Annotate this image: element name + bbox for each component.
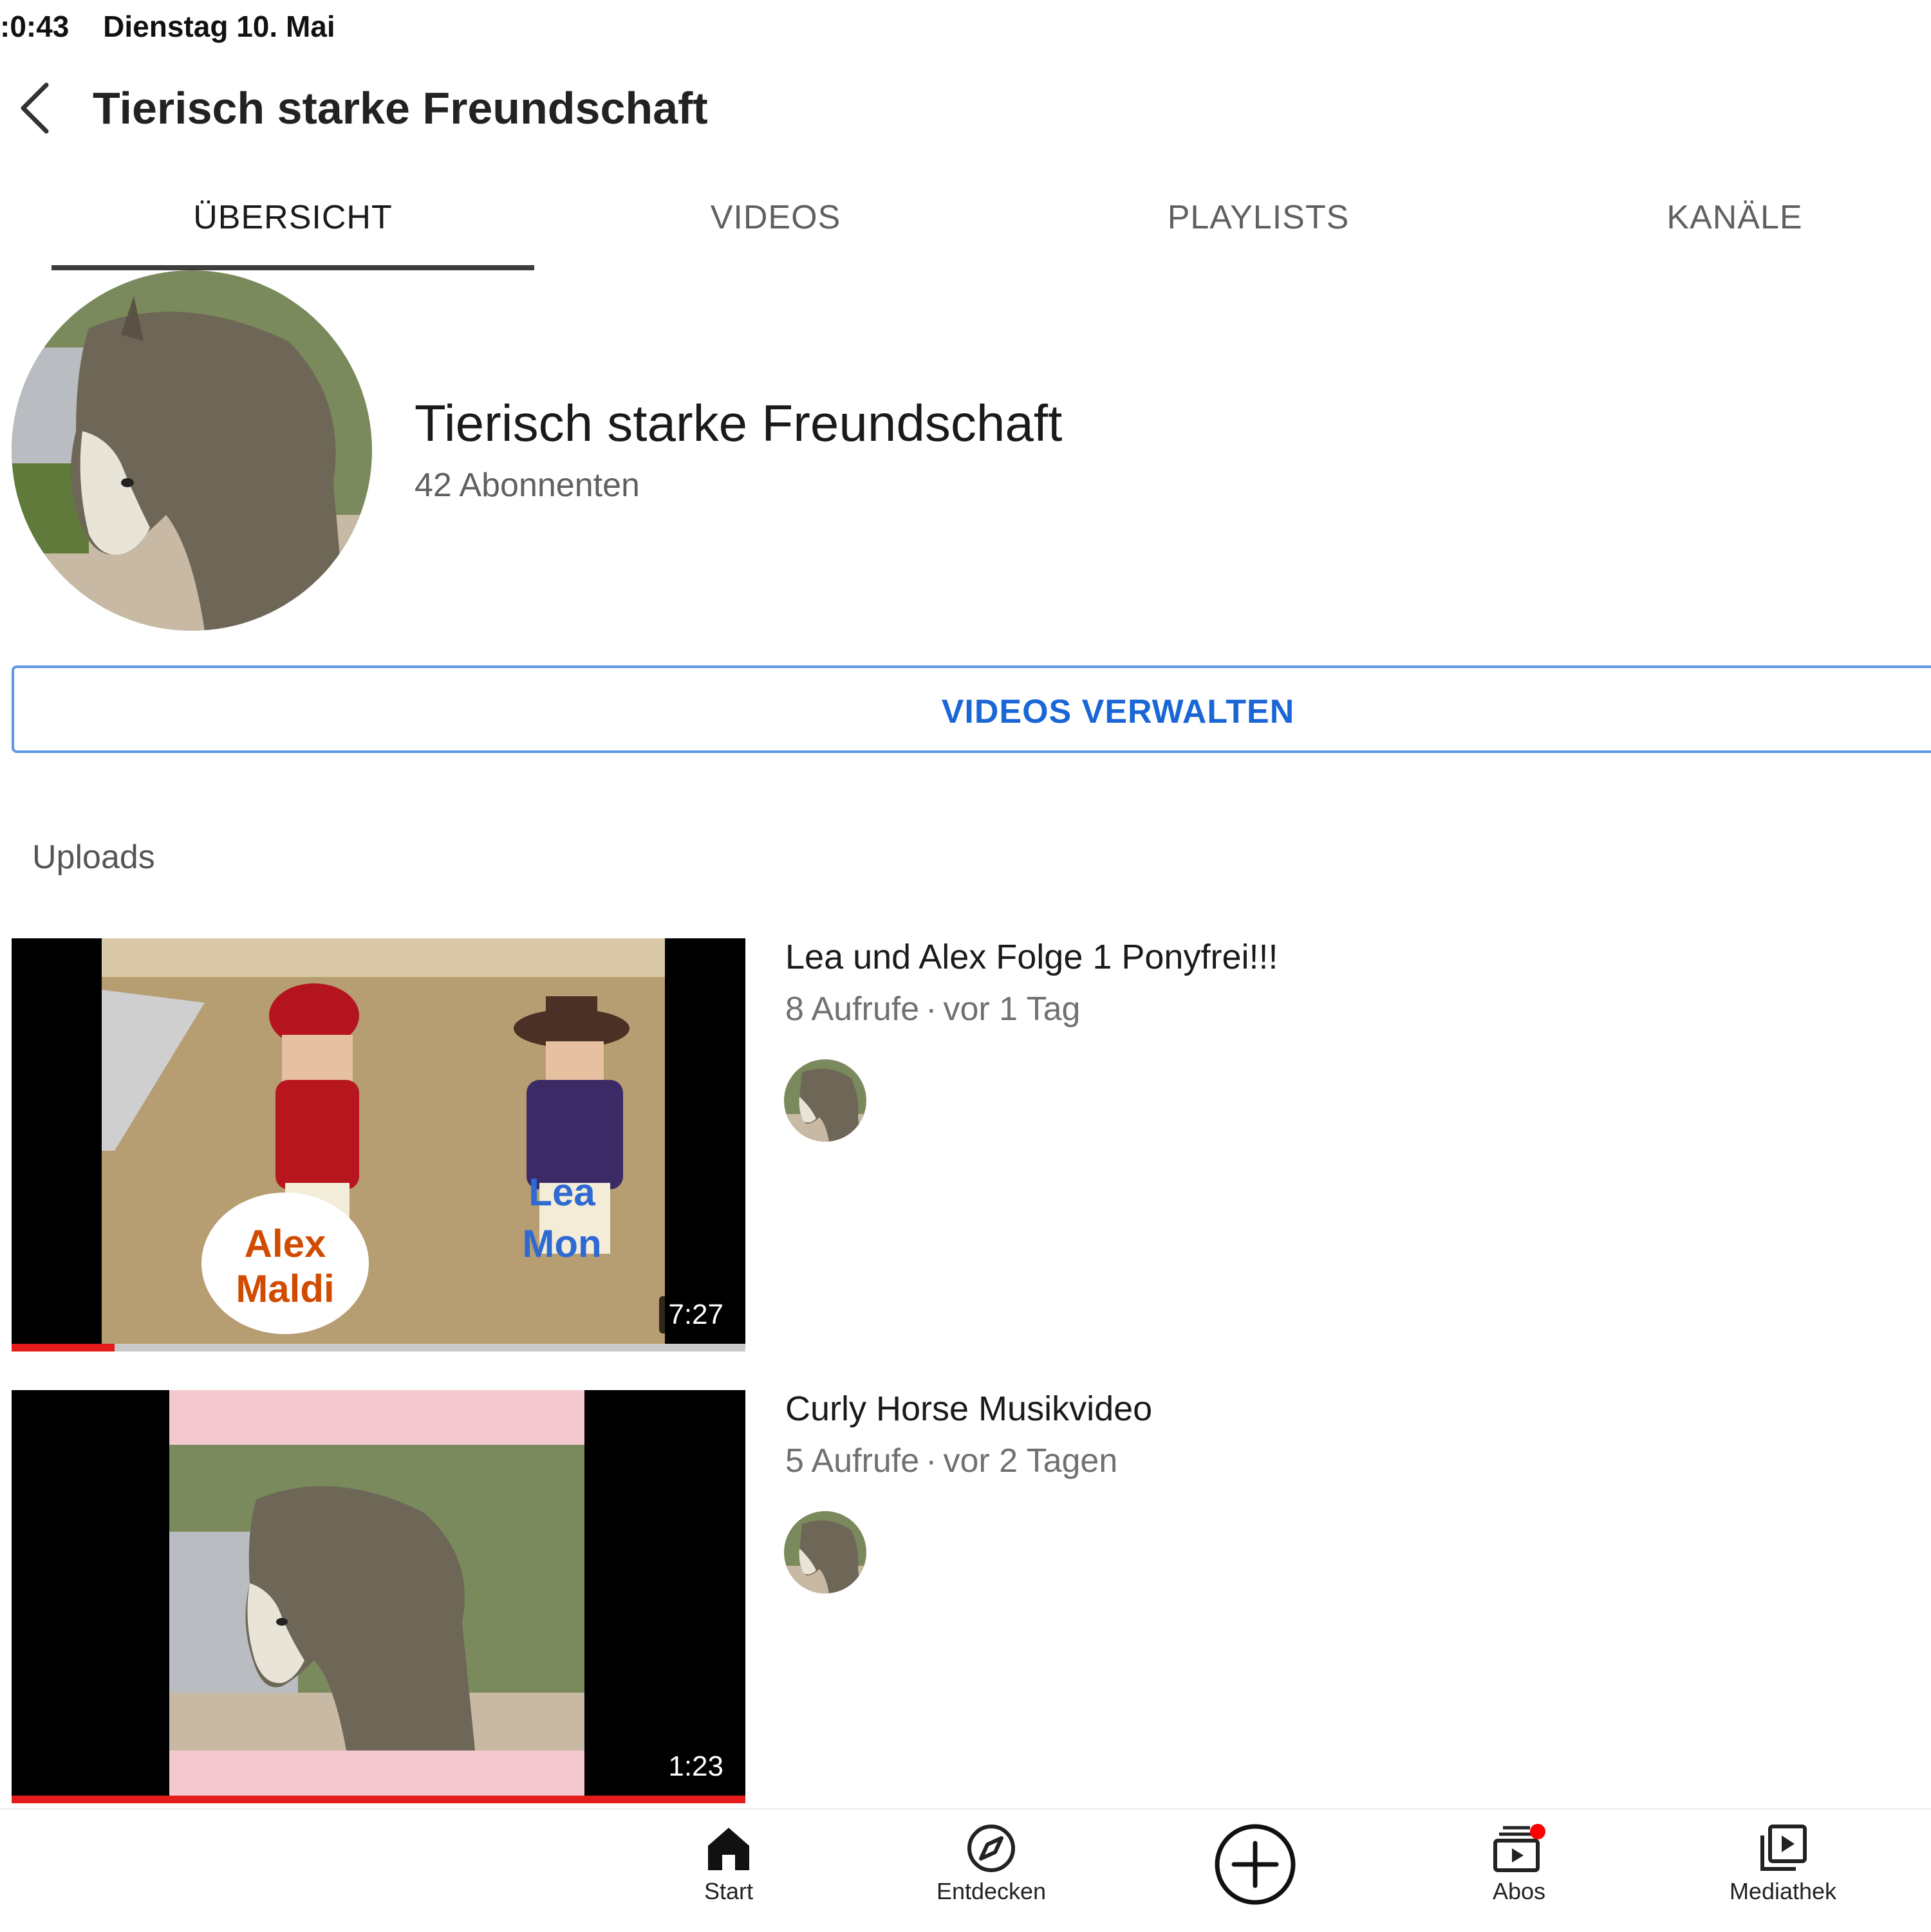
video-thumbnail[interactable]: 1:23: [12, 1390, 745, 1803]
uploads-section-title: Uploads: [32, 839, 155, 876]
bottom-navigation: Start Entdecken Abos Mediathek: [0, 1808, 1931, 1932]
nav-label: Mediathek: [1729, 1878, 1837, 1904]
manage-videos-label: VIDEOS VERWALTEN: [941, 693, 1295, 730]
upload-age: vor 1 Tag: [943, 990, 1081, 1028]
video-meta: 8 Aufrufe · vor 1 Tag: [785, 990, 1080, 1028]
video-duration: 1:23: [659, 1748, 732, 1785]
library-icon: [1760, 1825, 1807, 1871]
channel-avatar-small[interactable]: [784, 1059, 866, 1142]
video-title[interactable]: Lea und Alex Folge 1 Ponyfrei!!!: [785, 937, 1278, 977]
status-date: Dienstag 10. Mai: [103, 10, 335, 43]
video-title[interactable]: Curly Horse Musikvideo: [785, 1389, 1152, 1429]
video-duration: 7:27: [659, 1296, 732, 1333]
nav-item-explore[interactable]: Entdecken: [908, 1823, 1075, 1905]
watch-progress-bar: [12, 1344, 115, 1351]
horse-avatar-image: [784, 1511, 866, 1593]
active-tab-indicator: [51, 265, 534, 270]
thumbnail-image: [12, 1390, 745, 1803]
thumbnail-image: [12, 938, 745, 1351]
channel-avatar-small[interactable]: [784, 1511, 866, 1593]
nav-label: Abos: [1492, 1878, 1546, 1904]
nav-label: Start: [704, 1878, 754, 1904]
nav-label: Entdecken: [936, 1878, 1047, 1904]
view-count: 5 Aufrufe: [785, 1442, 920, 1480]
upload-age: vor 2 Tagen: [943, 1442, 1118, 1480]
tab-overview[interactable]: ÜBERSICHT: [51, 198, 534, 237]
tab-playlists[interactable]: PLAYLISTS: [1017, 198, 1500, 237]
home-icon: [708, 1828, 749, 1870]
subscriber-count: 42 Abonnenten: [415, 467, 640, 504]
view-count: 8 Aufrufe: [785, 990, 920, 1028]
tab-videos[interactable]: VIDEOS: [534, 198, 1017, 237]
nav-item-create[interactable]: [1171, 1823, 1339, 1906]
subscriptions-icon: [1493, 1824, 1545, 1872]
tab-channels[interactable]: KANÄLE: [1493, 198, 1931, 237]
page-title: Tierisch starke Freundschaft: [93, 83, 708, 133]
progress-track: [12, 1344, 745, 1351]
chevron-left-icon: [21, 82, 49, 134]
channel-avatar: [12, 270, 372, 631]
horse-avatar-image: [12, 270, 372, 631]
meta-separator: ·: [926, 1442, 937, 1480]
thumbnail-text-alex: Alex Maldi: [236, 1222, 335, 1310]
meta-separator: ·: [926, 990, 937, 1028]
manage-videos-button[interactable]: VIDEOS VERWALTEN: [12, 665, 1931, 753]
watch-progress-bar: [12, 1796, 745, 1803]
nav-item-subscriptions[interactable]: Abos: [1435, 1823, 1603, 1905]
nav-item-start[interactable]: Start: [645, 1823, 812, 1905]
back-button[interactable]: [13, 76, 64, 140]
thumbnail-text-lea: Lea Mon: [522, 1171, 602, 1265]
status-bar: :0:43 Dienstag 10. Mai: [0, 9, 361, 44]
notification-dot: [1530, 1824, 1545, 1839]
nav-item-library[interactable]: Mediathek: [1699, 1823, 1867, 1905]
compass-icon: [967, 1825, 1015, 1872]
video-meta: 5 Aufrufe · vor 2 Tagen: [785, 1442, 1117, 1480]
status-time: :0:43: [0, 10, 70, 43]
create-plus-icon: [1215, 1824, 1296, 1905]
channel-name: Tierisch starke Freundschaft: [415, 395, 1063, 452]
horse-avatar-image: [784, 1059, 866, 1142]
video-thumbnail[interactable]: Alex Maldi Lea Mon 7:27: [12, 938, 745, 1351]
